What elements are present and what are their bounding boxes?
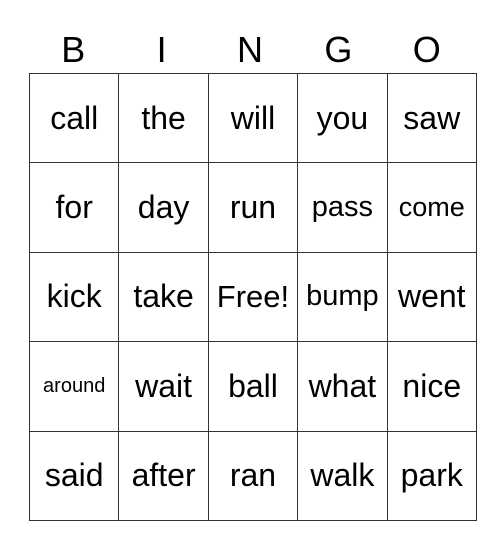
bingo-row: kick take Free! bump went [28,251,477,343]
header-letter: G [324,29,353,70]
bingo-cell[interactable]: nice [386,341,477,432]
bingo-cell[interactable]: went [386,251,477,343]
bingo-row: said after ran walk park [28,430,477,521]
header-letter: O [412,29,441,70]
bingo-cell[interactable]: you [297,72,388,164]
bingo-cell[interactable]: ran [207,430,299,521]
bingo-header: B I N G O [29,28,471,72]
bingo-cell[interactable]: ball [207,341,299,432]
bingo-cell[interactable]: said [28,430,120,521]
bingo-cell[interactable]: come [386,162,477,253]
bingo-cell[interactable]: what [297,341,388,432]
bingo-cell[interactable]: pass [297,162,388,253]
bingo-cell[interactable]: take [118,251,209,343]
header-letter: I [156,29,167,70]
bingo-cell[interactable]: around [28,341,120,432]
header-letter: B [61,29,86,70]
bingo-cell[interactable]: after [118,430,209,521]
bingo-cell[interactable]: kick [28,251,120,343]
bingo-cell[interactable]: day [118,162,209,253]
bingo-row: for day run pass come [28,162,477,253]
header-letter: N [236,29,263,70]
bingo-cell[interactable]: wait [118,341,209,432]
bingo-cell[interactable]: will [207,72,299,164]
bingo-cell[interactable]: park [386,430,477,521]
bingo-cell[interactable]: bump [297,251,388,343]
bingo-grid: call the will you saw for day run pass come kick ta… [28,72,477,521]
bingo-cell[interactable]: the [118,72,209,164]
bingo-cell[interactable]: saw [386,72,477,164]
bingo-row: around wait ball what nice [28,341,477,432]
free-space-cell[interactable]: Free! [207,251,299,343]
bingo-row: call the will you saw [28,72,477,164]
bingo-cell[interactable]: run [207,162,299,253]
bingo-cell[interactable]: walk [297,430,388,521]
bingo-cell[interactable]: for [28,162,120,253]
bingo-cell[interactable]: call [28,72,120,164]
